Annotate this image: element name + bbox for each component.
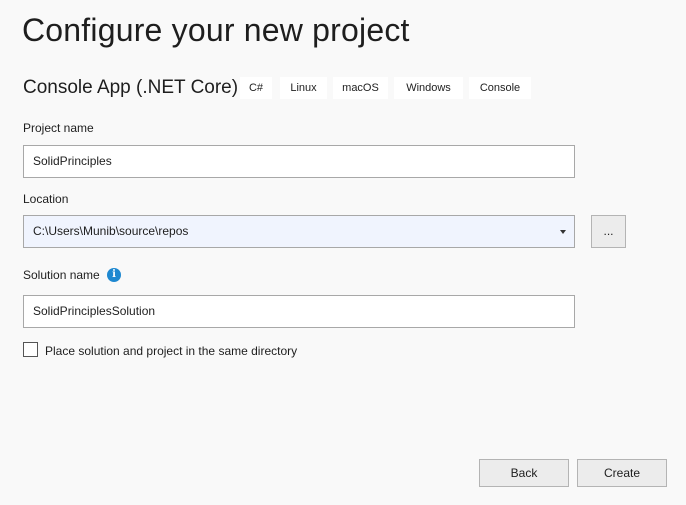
project-name-label: Project name <box>23 121 94 135</box>
solution-name-input[interactable]: SolidPrinciplesSolution <box>23 295 575 328</box>
tag-csharp: C# <box>240 77 272 99</box>
tag-console: Console <box>469 77 531 99</box>
template-name: Console App (.NET Core) <box>23 77 239 98</box>
tag-macos: macOS <box>333 77 388 99</box>
create-button[interactable]: Create <box>577 459 667 487</box>
tag-windows: Windows <box>394 77 463 99</box>
chevron-down-icon[interactable] <box>560 230 566 234</box>
back-button[interactable]: Back <box>479 459 569 487</box>
info-icon[interactable]: i <box>107 268 121 282</box>
project-name-input[interactable]: SolidPrinciples <box>23 145 575 178</box>
location-combobox[interactable]: C:\Users\Munib\source\repos <box>23 215 575 248</box>
tag-linux: Linux <box>280 77 327 99</box>
location-value: C:\Users\Munib\source\repos <box>33 224 189 238</box>
page-title: Configure your new project <box>22 12 410 48</box>
browse-button[interactable]: ... <box>591 215 626 248</box>
solution-name-label: Solution name <box>23 268 100 282</box>
same-directory-checkbox[interactable] <box>23 342 38 357</box>
location-label: Location <box>23 192 69 206</box>
same-directory-label[interactable]: Place solution and project in the same d… <box>45 344 297 358</box>
